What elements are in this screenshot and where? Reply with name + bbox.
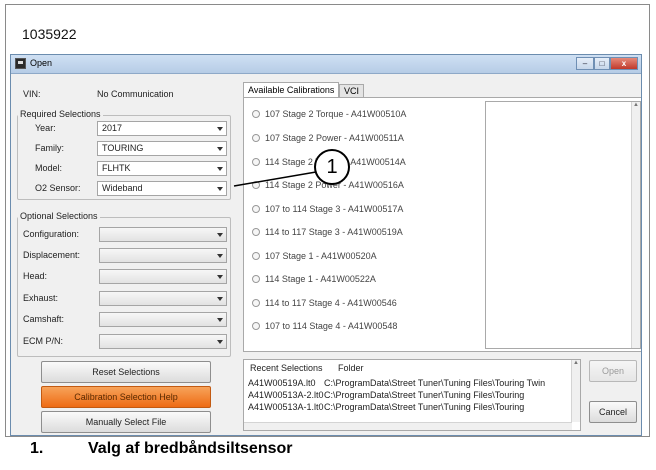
callout-marker: 1	[314, 149, 350, 185]
caption-text: Valg af bredbåndsiltsensor	[88, 440, 293, 457]
callout-leader-line	[233, 171, 317, 187]
figure-caption: 1. Valg af bredbåndsiltsensor	[30, 440, 293, 458]
caption-number: 1.	[30, 440, 44, 457]
